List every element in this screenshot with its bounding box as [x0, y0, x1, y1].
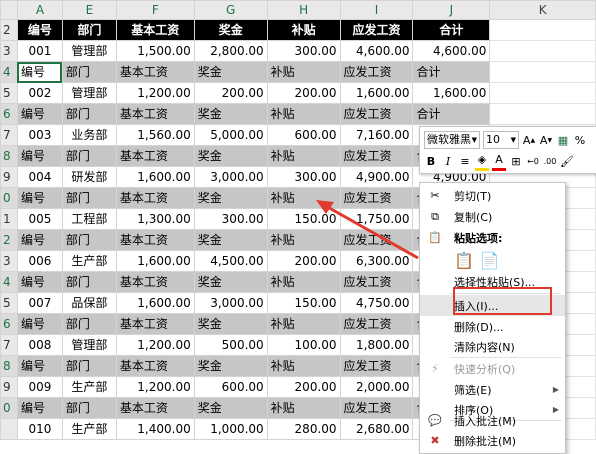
annotation-arrow [316, 200, 419, 260]
arrow-head-icon [316, 200, 334, 214]
arrow-line [323, 203, 419, 260]
